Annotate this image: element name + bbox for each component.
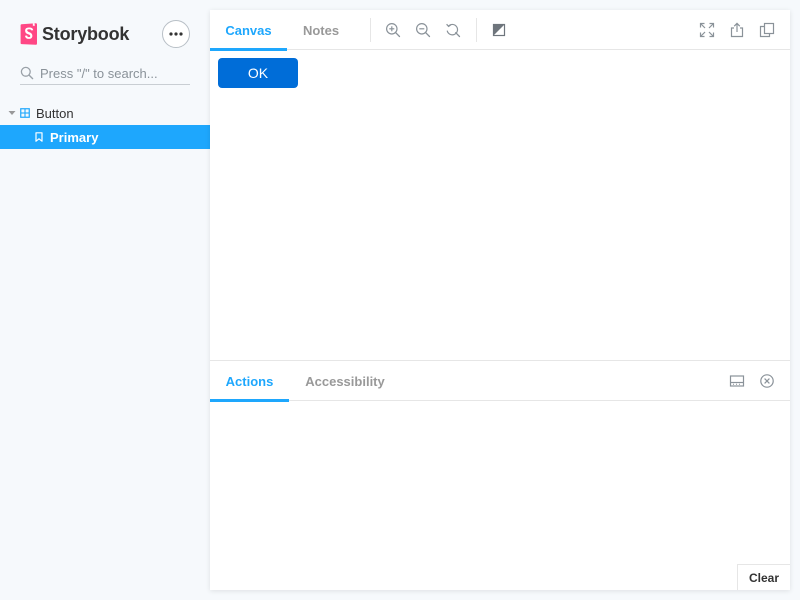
background-icon [492, 23, 506, 37]
zoom-in-icon [386, 23, 401, 38]
clear-button[interactable]: Clear [737, 564, 790, 590]
tab-accessibility[interactable]: Accessibility [289, 361, 401, 401]
tree-story-label: Primary [50, 129, 99, 145]
tree-group-label: Button [36, 105, 74, 121]
brand[interactable]: Storybook [20, 22, 129, 46]
fullscreen-icon [699, 22, 715, 38]
reset-zoom-icon [446, 23, 461, 38]
close-icon [760, 374, 774, 388]
tab-notes[interactable]: Notes [287, 10, 355, 50]
tab-canvas[interactable]: Canvas [210, 10, 287, 51]
copy-button[interactable] [759, 22, 775, 38]
preview-panel: Canvas Notes OK Actions Accessibility Cl… [210, 10, 790, 590]
fullscreen-button[interactable] [699, 22, 715, 38]
story-tree: Button Primary [0, 101, 210, 149]
addons-panel: Actions Accessibility Clear [210, 360, 790, 590]
copy-icon [759, 22, 775, 38]
bookmark-icon [35, 132, 43, 142]
ok-button[interactable]: OK [218, 58, 298, 88]
zoom-out-button[interactable] [415, 22, 431, 38]
storybook-app: Storybook Press "/" to search... Button … [0, 0, 800, 600]
sidebar-menu-button[interactable] [162, 20, 190, 48]
tree-group-button[interactable]: Button [0, 101, 210, 125]
addons-toolbar: Actions Accessibility [210, 361, 790, 402]
toolbar-divider [476, 18, 477, 42]
preview-toolbar: Canvas Notes [210, 10, 790, 51]
panel-orientation-button[interactable] [729, 373, 745, 389]
search-icon [20, 66, 34, 80]
zoom-out-icon [416, 23, 431, 38]
search-input[interactable] [40, 63, 216, 83]
close-panel-button[interactable] [759, 373, 775, 389]
background-button[interactable] [491, 22, 507, 38]
toolbar-divider [370, 18, 371, 42]
component-icon [20, 108, 30, 118]
caret-down-icon [8, 111, 16, 115]
tree-story-primary[interactable]: Primary [0, 125, 210, 149]
reset-zoom-button[interactable] [445, 22, 461, 38]
tab-actions[interactable]: Actions [210, 361, 289, 402]
sidebar: Storybook Press "/" to search... Button … [0, 0, 216, 600]
zoom-in-button[interactable] [385, 22, 401, 38]
ellipsis-icon [169, 32, 183, 36]
search-box [20, 62, 216, 85]
brand-name: Storybook [42, 23, 130, 44]
share-button[interactable] [729, 22, 745, 38]
storybook-logo-icon [20, 23, 37, 45]
panel-orientation-icon [729, 375, 745, 387]
share-icon [730, 22, 744, 38]
preview-canvas: OK [210, 50, 790, 360]
